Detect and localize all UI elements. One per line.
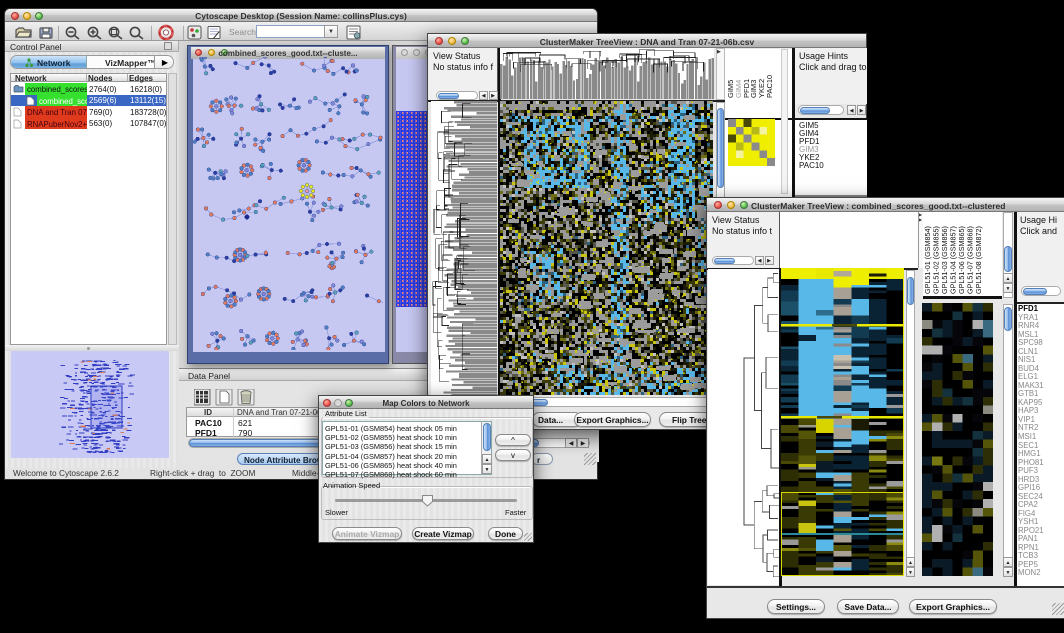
svg-text:GPL51-08 (GSM872): GPL51-08 (GSM872) xyxy=(974,226,983,294)
svg-text:PAC10: PAC10 xyxy=(765,75,774,98)
